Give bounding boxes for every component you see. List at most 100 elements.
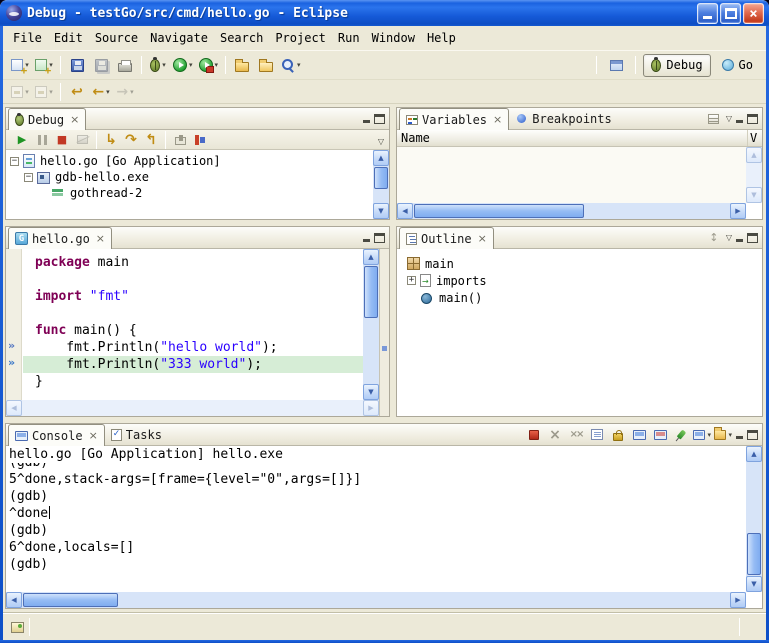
scroll-down-button[interactable]: ▼ — [746, 576, 762, 592]
debug-vertical-scrollbar[interactable]: ▲ ▼ — [373, 150, 389, 219]
code-line[interactable]: import "fmt" — [35, 288, 363, 305]
chevron-down-icon[interactable]: ▾ — [130, 88, 134, 96]
chevron-down-icon[interactable]: ▾ — [162, 61, 166, 69]
scrollbar-thumb[interactable] — [23, 593, 118, 607]
editor-overview-ruler[interactable] — [379, 249, 389, 416]
maximize-view-icon[interactable] — [747, 430, 758, 440]
scroll-right-button[interactable]: ▶ — [730, 592, 746, 608]
maximize-view-icon[interactable] — [747, 114, 758, 124]
fast-view-button[interactable] — [5, 616, 29, 638]
view-menu-icon[interactable]: ▽ — [726, 233, 732, 242]
remove-all-launches-button[interactable]: ×× — [567, 426, 585, 444]
menu-item-navigate[interactable]: Navigate — [144, 28, 214, 48]
titlebar[interactable]: Debug - testGo/src/cmd/hello.go - Eclips… — [0, 0, 769, 26]
tree-item-main[interactable]: main — [403, 255, 746, 272]
menu-item-help[interactable]: Help — [421, 28, 462, 48]
next-annotation-button[interactable]: ▾ — [8, 81, 32, 103]
chevron-down-icon[interactable]: ▾ — [106, 88, 110, 96]
scrollbar-thumb[interactable] — [747, 533, 761, 575]
clear-console-button[interactable] — [588, 426, 606, 444]
variables-horizontal-scrollbar[interactable]: ◀ ▶ — [397, 203, 746, 219]
collapse-icon[interactable]: − — [24, 173, 33, 182]
scroll-right-button[interactable]: ▶ — [730, 203, 746, 219]
tab-variables[interactable]: Variables × — [399, 108, 509, 130]
new-go-element-button[interactable]: ▾ — [32, 54, 56, 76]
suspend-button[interactable] — [32, 131, 52, 149]
name-column-header[interactable]: Name — [397, 130, 748, 146]
debug-launch-button[interactable]: ▾ — [146, 54, 170, 76]
step-over-button[interactable]: ↷ — [121, 131, 141, 149]
display-selected-console-button[interactable]: ▾ — [693, 426, 711, 444]
scroll-up-button[interactable]: ▲ — [363, 249, 379, 265]
menu-item-window[interactable]: Window — [366, 28, 421, 48]
step-return-button[interactable]: ↰ — [141, 131, 161, 149]
scrollbar-track[interactable] — [746, 163, 762, 187]
drop-to-frame-button[interactable] — [170, 131, 190, 149]
menu-item-run[interactable]: Run — [332, 28, 366, 48]
console-vertical-scrollbar[interactable]: ▲ ▼ — [746, 446, 762, 592]
scrollbar-track[interactable] — [22, 592, 730, 608]
view-menu-icon[interactable]: ▽ — [378, 137, 384, 146]
chevron-down-icon[interactable]: ▾ — [215, 61, 219, 69]
scroll-up-button[interactable]: ▲ — [746, 147, 762, 163]
scrollbar-thumb[interactable] — [364, 266, 378, 318]
view-menu-icon[interactable]: ▽ — [726, 114, 732, 123]
close-tab-icon[interactable]: × — [89, 430, 98, 441]
external-tools-button[interactable]: ▾ — [196, 54, 222, 76]
terminate-button[interactable]: ■ — [52, 131, 72, 149]
chevron-down-icon[interactable]: ▾ — [25, 88, 29, 96]
minimize-view-icon[interactable] — [362, 114, 371, 123]
scroll-down-button[interactable]: ▼ — [746, 187, 762, 203]
code-line[interactable]: func main() { — [35, 322, 363, 339]
minimize-button[interactable] — [697, 3, 718, 24]
code-line[interactable]: fmt.Println("333 world"); — [23, 356, 363, 373]
chevron-down-icon[interactable]: ▾ — [297, 61, 301, 69]
use-step-filters-button[interactable] — [190, 131, 210, 149]
search-button[interactable]: ▾ — [278, 54, 304, 76]
tab-hello-go[interactable]: hello.go × — [8, 227, 112, 249]
tab-breakpoints[interactable]: Breakpoints — [509, 108, 617, 129]
scroll-down-button[interactable]: ▼ — [363, 384, 379, 400]
tree-item-gothread-2[interactable]: gothread-2 — [6, 185, 373, 201]
save-button[interactable] — [65, 54, 89, 76]
run-button[interactable]: ▾ — [170, 54, 196, 76]
code-line[interactable] — [35, 305, 363, 322]
code-line[interactable]: } — [35, 373, 363, 390]
close-tab-icon[interactable]: × — [493, 114, 502, 125]
tree-item-gdb-hello-exe[interactable]: −gdb-hello.exe — [6, 169, 373, 185]
expand-icon[interactable]: + — [407, 276, 416, 285]
open-resource-button[interactable] — [230, 54, 254, 76]
collapse-icon[interactable]: − — [10, 157, 19, 166]
perspective-debug-button[interactable]: Debug — [643, 54, 710, 77]
minimize-view-icon[interactable] — [735, 114, 744, 123]
maximize-button[interactable] — [720, 3, 741, 24]
menu-item-project[interactable]: Project — [269, 28, 332, 48]
code-line[interactable]: fmt.Println("hello world"); — [35, 339, 363, 356]
tree-item-hello-go-go-application[interactable]: −hello.go [Go Application] — [6, 153, 373, 169]
maximize-view-icon[interactable] — [374, 233, 385, 243]
editor-ruler[interactable]: »» — [6, 249, 22, 400]
scrollbar-track[interactable] — [413, 203, 730, 219]
last-edit-location-button[interactable]: ↩ — [65, 81, 89, 103]
close-tab-icon[interactable]: × — [478, 233, 487, 244]
save-all-button[interactable] — [89, 54, 113, 76]
tab-outline[interactable]: Outline × — [399, 227, 494, 249]
back-button[interactable]: ←▾ — [89, 81, 113, 103]
editor-vertical-scrollbar[interactable]: ▲ ▼ — [363, 249, 379, 400]
code-line[interactable] — [35, 271, 363, 288]
menu-item-file[interactable]: File — [7, 28, 48, 48]
open-file-button[interactable] — [254, 54, 278, 76]
minimize-view-icon[interactable] — [735, 233, 744, 242]
chevron-down-icon[interactable]: ▾ — [189, 61, 193, 69]
new-button[interactable]: ▾ — [8, 54, 32, 76]
menu-item-source[interactable]: Source — [89, 28, 144, 48]
scroll-left-button[interactable]: ◀ — [397, 203, 413, 219]
open-console-button[interactable]: ▾ — [714, 426, 732, 444]
scroll-up-button[interactable]: ▲ — [373, 150, 389, 166]
scroll-left-button[interactable]: ◀ — [6, 592, 22, 608]
disconnect-button[interactable] — [72, 131, 92, 149]
console-horizontal-scrollbar[interactable]: ◀ ▶ — [6, 592, 746, 608]
menu-item-search[interactable]: Search — [214, 28, 269, 48]
scrollbar-thumb[interactable] — [374, 167, 388, 189]
chevron-down-icon[interactable]: ▾ — [707, 431, 711, 439]
